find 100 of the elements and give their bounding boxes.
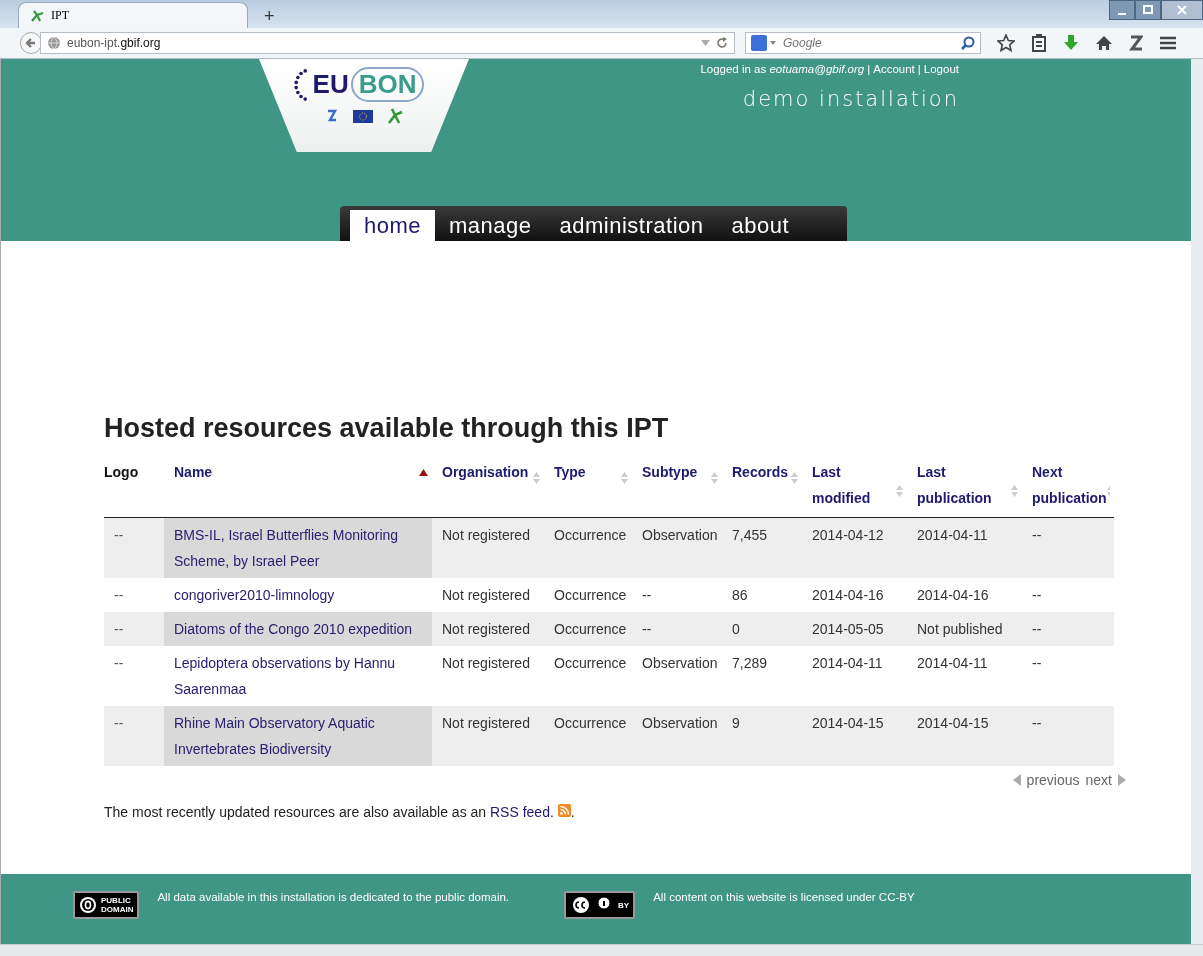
table-cell: Occurrence xyxy=(544,578,632,612)
home-icon[interactable] xyxy=(1095,34,1113,52)
table-cell: 2014-04-11 xyxy=(907,646,1022,706)
minimize-button[interactable] xyxy=(1109,0,1135,20)
sort-icon xyxy=(896,485,903,497)
browser-tab[interactable]: IPT xyxy=(18,2,248,28)
column-header[interactable]: Last publication xyxy=(907,455,1022,518)
horizontal-scrollbar[interactable] xyxy=(0,944,1203,956)
column-header[interactable]: Organisation xyxy=(432,455,544,518)
minimize-icon xyxy=(1118,12,1126,15)
resource-link[interactable]: BMS-IL, Israel Butterflies Monitoring Scheme, by Israel Peer xyxy=(164,517,432,578)
sort-icon xyxy=(711,472,718,484)
rss-link[interactable]: RSS feed xyxy=(490,804,550,820)
previous-link[interactable]: previous xyxy=(1026,772,1080,788)
column-header[interactable]: Last modified xyxy=(802,455,907,518)
account-link[interactable]: Logout xyxy=(923,63,959,75)
table-cell: 2014-04-15 xyxy=(802,706,907,766)
table-cell: Not registered xyxy=(432,646,544,706)
table-cell: 0 xyxy=(722,612,802,646)
eu-flag-icon xyxy=(353,109,373,123)
menu-tab[interactable]: about xyxy=(717,210,804,241)
table-cell: Not registered xyxy=(432,578,544,612)
page-heading: Hosted resources available through this IPT xyxy=(104,413,670,444)
account-link[interactable]: Account xyxy=(873,63,915,75)
column-header[interactable]: Next publication xyxy=(1022,455,1114,518)
table-cell: 2014-04-12 xyxy=(802,517,907,578)
table-cell: Observation xyxy=(632,517,722,578)
table-cell: 9 xyxy=(722,706,802,766)
table-cell: Occurrence xyxy=(544,706,632,766)
table-cell: Not registered xyxy=(432,517,544,578)
table-cell: -- xyxy=(104,612,164,646)
new-tab-button[interactable]: + xyxy=(258,4,281,28)
table-cell: -- xyxy=(632,612,722,646)
resource-link[interactable]: congoriver2010-limnology xyxy=(164,578,432,612)
sort-icon xyxy=(533,472,540,484)
table-cell: 2014-04-16 xyxy=(802,578,907,612)
globe-icon xyxy=(47,36,61,50)
table-cell: -- xyxy=(104,578,164,612)
column-header[interactable]: Name xyxy=(164,455,432,518)
table-cell: Occurrence xyxy=(544,517,632,578)
table-cell: 2014-04-15 xyxy=(907,706,1022,766)
public-domain-badge[interactable]: PUBLIC DOMAIN xyxy=(73,891,140,919)
table-cell: -- xyxy=(104,706,164,766)
close-icon xyxy=(1177,5,1187,15)
next-link[interactable]: next xyxy=(1085,772,1112,788)
logo-text-eu: EU xyxy=(312,69,349,100)
license-note: All content on this website is licensed under CC-BY xyxy=(653,891,915,903)
reload-icon[interactable] xyxy=(716,37,728,49)
sort-icon xyxy=(1106,485,1110,497)
column-header[interactable]: Logo xyxy=(104,455,164,518)
table-cell: -- xyxy=(104,646,164,706)
license-note: All data available in this installation is dedicated to the public domain. xyxy=(157,891,510,903)
sort-icon xyxy=(791,472,798,484)
column-header[interactable]: Type xyxy=(544,455,632,518)
maximize-button[interactable] xyxy=(1135,0,1161,20)
back-button[interactable] xyxy=(20,32,42,54)
resource-link[interactable]: Diatoms of the Congo 2010 expedition xyxy=(164,612,432,646)
column-header[interactable]: Subtype xyxy=(632,455,722,518)
cc-by-badge[interactable]: BY xyxy=(564,891,636,919)
sort-ascending-icon xyxy=(419,468,428,476)
table-cell: -- xyxy=(1022,517,1114,578)
table-cell: Not registered xyxy=(432,706,544,766)
star-icon[interactable] xyxy=(997,34,1015,52)
table-cell: -- xyxy=(632,578,722,612)
menu-tab[interactable]: home xyxy=(350,210,436,241)
table-cell: Occurrence xyxy=(544,646,632,706)
table-cell: 86 xyxy=(722,578,802,612)
sort-icon xyxy=(1011,485,1018,497)
table-cell: -- xyxy=(104,517,164,578)
table-cell: 2014-04-11 xyxy=(907,517,1022,578)
search-bar[interactable]: Google xyxy=(745,32,981,54)
maximize-icon xyxy=(1143,5,1153,15)
table-cell: Observation xyxy=(632,646,722,706)
table-cell: 2014-04-16 xyxy=(907,578,1022,612)
table-cell: Not registered xyxy=(432,612,544,646)
separator: | xyxy=(867,63,871,75)
z-icon[interactable] xyxy=(1129,35,1143,51)
menu-tab[interactable]: manage xyxy=(435,210,546,241)
separator: | xyxy=(917,63,921,75)
resource-link[interactable]: Rhine Main Observatory Aquatic Invertebrates Biodiversity xyxy=(164,706,432,766)
login-status: Logged in as eotuama@gbif.org xyxy=(700,63,865,75)
leaf-icon xyxy=(31,9,45,22)
clipboard-icon[interactable] xyxy=(1031,34,1047,52)
rss-note: The most recently updated resources are also available as an RSS feed. . xyxy=(104,804,576,820)
download-icon[interactable] xyxy=(1063,34,1079,52)
logo-text-bon: BON xyxy=(350,67,425,102)
menu-tab[interactable]: administration xyxy=(545,210,718,241)
table-cell: Not published xyxy=(907,612,1022,646)
sort-icon xyxy=(621,472,628,484)
address-bar[interactable]: eubon-ipt.gbif.org xyxy=(40,32,735,54)
installation-subtitle: demo installation xyxy=(742,87,959,111)
table-cell: -- xyxy=(1022,706,1114,766)
close-button[interactable] xyxy=(1161,0,1203,20)
column-header[interactable]: Records xyxy=(722,455,802,518)
table-cell: Occurrence xyxy=(544,612,632,646)
table-cell: 7,289 xyxy=(722,646,802,706)
table-cell: 2014-04-11 xyxy=(802,646,907,706)
search-icon[interactable] xyxy=(961,36,975,50)
resource-link[interactable]: Lepidoptera observations by Hannu Saarenmaa xyxy=(164,646,432,706)
menu-icon[interactable] xyxy=(1159,35,1177,51)
